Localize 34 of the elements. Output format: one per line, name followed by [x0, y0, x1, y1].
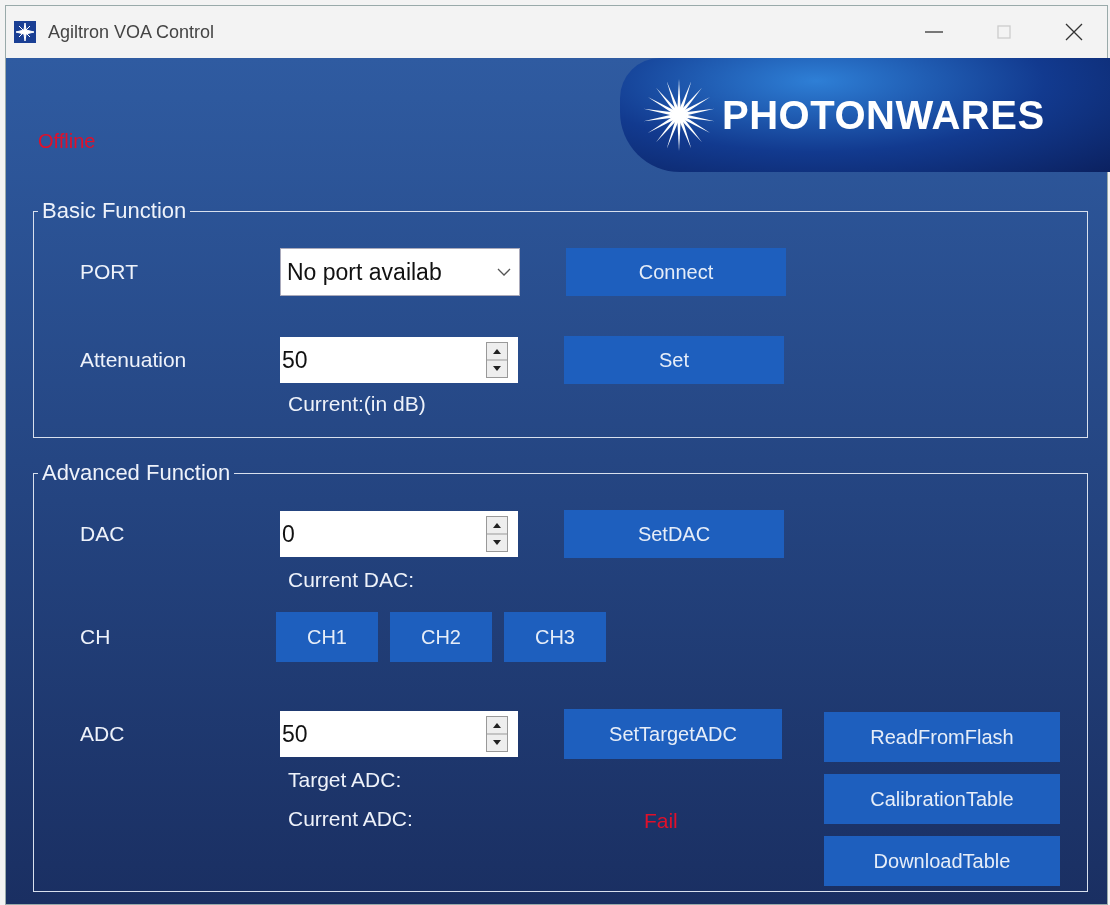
caret-icon: [497, 267, 511, 277]
current-adc-label: Current ADC:: [288, 807, 413, 832]
channel-button[interactable]: CH1: [276, 612, 378, 662]
attenuation-spinbox[interactable]: 50: [280, 337, 518, 383]
table-action-button[interactable]: DownloadTable: [824, 836, 1060, 886]
current-adc-value: Fail: [643, 809, 678, 833]
spin-arrows-icon[interactable]: [486, 342, 508, 378]
current-dac-label: Current DAC:: [288, 568, 416, 593]
field-label: CH: [80, 625, 112, 649]
window-title: Agiltron VOA Control: [48, 21, 216, 43]
group-title: Basic Function: [41, 198, 188, 224]
app-icon: [14, 21, 36, 43]
field-label: ADC: [80, 722, 126, 746]
port-dropdown[interactable]: No port availab: [280, 248, 520, 296]
set-target-adc-button[interactable]: SetTargetADC: [564, 709, 782, 759]
group-title: Advanced Function: [41, 460, 232, 486]
connect-button[interactable]: Connect: [566, 248, 786, 296]
field-label: Attenuation: [80, 348, 188, 372]
spin-arrows-icon[interactable]: [486, 516, 508, 552]
field-label: PORT: [80, 260, 139, 284]
set-button[interactable]: Set: [564, 336, 784, 384]
logo-text: PHOTONWARES: [722, 92, 1045, 138]
table-action-button[interactable]: CalibrationTable: [824, 774, 1060, 824]
dac-spinbox[interactable]: 0: [280, 511, 518, 557]
spin-arrows-icon[interactable]: [486, 716, 508, 752]
field-label: DAC: [80, 522, 126, 546]
status-text: Offline: [38, 130, 96, 154]
set-dac-button[interactable]: SetDAC: [564, 510, 784, 558]
channel-button[interactable]: CH3: [504, 612, 606, 662]
table-action-button[interactable]: ReadFromFlash: [824, 712, 1060, 762]
target-adc-label: Target ADC:: [288, 768, 403, 793]
adc-spinbox[interactable]: 50: [280, 711, 518, 757]
current-label: Current:(in dB): [288, 392, 427, 417]
channel-button[interactable]: CH2: [390, 612, 492, 662]
